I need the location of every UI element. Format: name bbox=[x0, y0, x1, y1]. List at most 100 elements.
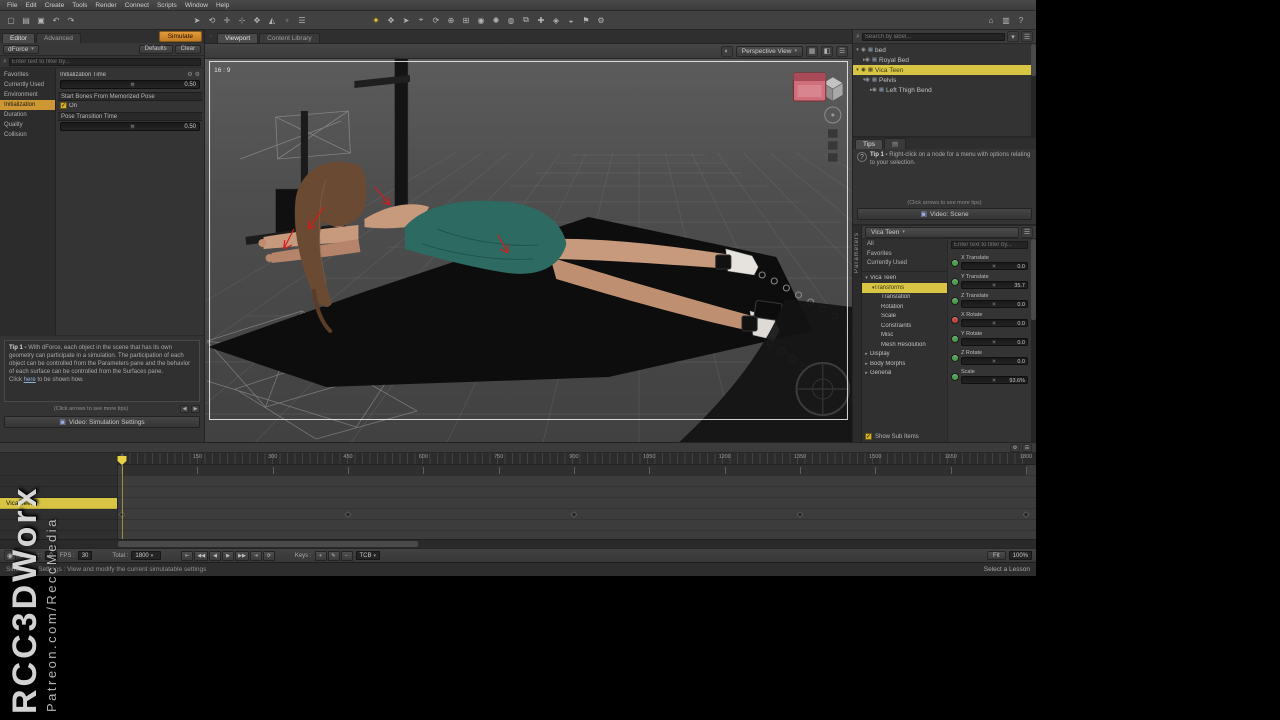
surface-select-icon[interactable]: ◭ bbox=[265, 13, 279, 27]
camera-icon[interactable]: ◉ bbox=[474, 13, 488, 27]
timeline-scroll-track[interactable] bbox=[0, 539, 1036, 548]
dial-icon[interactable] bbox=[951, 373, 959, 381]
tips-tab[interactable]: Tips bbox=[855, 139, 883, 149]
parameter-slider[interactable]: 0.0 bbox=[961, 300, 1028, 308]
dial-icon[interactable] bbox=[951, 335, 959, 343]
flag-icon[interactable]: ⚑ bbox=[579, 13, 593, 27]
split-view-icon[interactable]: ◧ bbox=[821, 46, 833, 57]
node-selector[interactable]: Vica Teen▾ bbox=[865, 227, 1019, 238]
node-select-icon[interactable]: ➤ bbox=[190, 13, 204, 27]
parameter-group-row[interactable]: ▸ Display bbox=[862, 350, 947, 360]
undo-icon[interactable]: ↶ bbox=[49, 13, 63, 27]
pose-transition-slider[interactable]: 0.50 bbox=[60, 122, 200, 131]
settings-group-item[interactable]: Quality bbox=[0, 120, 55, 130]
dforce-simulate-icon[interactable]: ✦ bbox=[369, 13, 383, 27]
timeline-menu-icon[interactable]: ☰ bbox=[1022, 444, 1032, 452]
scene-node-row[interactable]: ▾ ◉ ▦ Vica Teen bbox=[853, 65, 1036, 75]
node-list-icon[interactable]: ☰ bbox=[295, 13, 309, 27]
parameter-group-row[interactable]: Mesh Resolution bbox=[862, 340, 947, 350]
pan-tool-icon[interactable]: ✥ bbox=[384, 13, 398, 27]
scene-scrollbar[interactable] bbox=[1031, 44, 1036, 136]
grid-toggle-icon[interactable]: ⊞ bbox=[459, 13, 473, 27]
parameter-filter-item[interactable]: Currently Used bbox=[862, 259, 947, 269]
settings-group-item[interactable]: Collision bbox=[0, 130, 55, 140]
expand-arrow-icon[interactable]: ▸ bbox=[853, 87, 870, 93]
slider-handle[interactable] bbox=[130, 82, 135, 87]
dial-icon[interactable] bbox=[951, 278, 959, 286]
visibility-eye-icon[interactable]: ◉ bbox=[865, 57, 870, 63]
settings-group-item[interactable]: Initialization bbox=[0, 100, 55, 110]
parameter-slider[interactable]: 0.0 bbox=[961, 338, 1028, 346]
pane-pin-icon[interactable]: ◦ bbox=[207, 34, 215, 40]
timeline-zoom-field[interactable]: 100% bbox=[1009, 551, 1032, 560]
parameter-group-row[interactable]: ▾ Vica Teen bbox=[862, 274, 947, 284]
keyframe-marker[interactable] bbox=[570, 511, 577, 518]
go-to-end-button[interactable]: ⇥ bbox=[250, 551, 262, 561]
settings-group-item[interactable]: Environment bbox=[0, 90, 55, 100]
track-label[interactable] bbox=[0, 509, 117, 520]
slider-handle[interactable] bbox=[992, 283, 996, 287]
current-frame-field[interactable]: 0 bbox=[45, 551, 56, 560]
slider-handle[interactable] bbox=[992, 359, 996, 363]
timeline-options-icon[interactable]: ⚙ bbox=[1010, 444, 1020, 452]
scene-filter-icon[interactable]: ▾ bbox=[1007, 31, 1019, 42]
parameters-vertical-tab[interactable]: Parameters bbox=[853, 226, 862, 442]
fit-button[interactable]: Fit bbox=[987, 551, 1006, 560]
select-lesson-button[interactable]: Select a Lesson bbox=[984, 566, 1030, 573]
scale-tool-icon[interactable]: ⊹ bbox=[235, 13, 249, 27]
menu-item[interactable]: Connect bbox=[121, 2, 153, 9]
track-label[interactable] bbox=[0, 520, 117, 531]
settings-tab[interactable]: Editor bbox=[2, 33, 35, 43]
settings-tab[interactable]: Advanced bbox=[36, 33, 81, 43]
scene-node-row[interactable]: ▾ ◉ ▦ bed bbox=[853, 45, 1036, 55]
redo-icon[interactable]: ↷ bbox=[64, 13, 78, 27]
gear-icon[interactable]: ⚙ bbox=[195, 71, 200, 78]
video-tutorial-button[interactable]: ▣ Video: Simulation Settings bbox=[4, 416, 200, 428]
visibility-eye-icon[interactable]: ◉ bbox=[861, 67, 866, 73]
region-navigator-icon[interactable]: ▫ bbox=[280, 13, 294, 27]
view-selector[interactable]: Perspective View▾ bbox=[736, 46, 803, 57]
frame-view-icon[interactable]: ⌖ bbox=[414, 13, 428, 27]
parameter-group-row[interactable]: ▸ Body Morphs bbox=[862, 359, 947, 369]
settings-group-item[interactable]: Duration bbox=[0, 110, 55, 120]
info-tab[interactable]: ▤ bbox=[884, 138, 906, 149]
settings-group-item[interactable]: Favorites bbox=[0, 70, 55, 80]
parameter-group-row[interactable]: Rotation bbox=[862, 302, 947, 312]
menu-item[interactable]: Window bbox=[181, 2, 212, 9]
track-label[interactable] bbox=[0, 476, 117, 487]
menu-item[interactable]: Help bbox=[212, 2, 233, 9]
dial-icon[interactable] bbox=[951, 354, 959, 362]
total-frames-field[interactable]: 1800▾ bbox=[131, 551, 161, 560]
parameter-slider[interactable]: 0.0 bbox=[961, 357, 1028, 365]
track-label[interactable] bbox=[0, 487, 117, 498]
dial-icon[interactable] bbox=[951, 259, 959, 267]
edit-keyframe-button[interactable]: ✎ bbox=[328, 551, 340, 561]
viewport-tab[interactable]: Viewport bbox=[217, 33, 258, 43]
parameter-group-row[interactable]: ▾ Transforms bbox=[862, 283, 947, 293]
visibility-icon[interactable]: ◒ bbox=[564, 13, 578, 27]
menu-item[interactable]: File bbox=[3, 2, 21, 9]
dial-icon[interactable] bbox=[951, 316, 959, 324]
viewport-tab[interactable]: Content Library bbox=[259, 33, 319, 43]
orbit-view-icon[interactable]: ⟳ bbox=[429, 13, 443, 27]
parameter-filter-item[interactable]: Favorites bbox=[862, 250, 947, 260]
parameter-group-row[interactable]: Translation bbox=[862, 293, 947, 303]
home-icon[interactable]: ⌂ bbox=[984, 13, 998, 27]
visibility-eye-icon[interactable]: ◉ bbox=[865, 77, 870, 83]
parameter-slider-row[interactable]: Z Rotate 0.0 bbox=[951, 348, 1028, 367]
spotlight-icon[interactable]: ✺ bbox=[489, 13, 503, 27]
parameters-menu-icon[interactable]: ☰ bbox=[1021, 227, 1033, 238]
tip-link[interactable]: here bbox=[24, 377, 36, 383]
parameter-slider-row[interactable]: X Translate 0.0 bbox=[951, 253, 1028, 272]
settings-icon[interactable]: ⚙ bbox=[594, 13, 608, 27]
viewport-side-buttons[interactable] bbox=[828, 129, 838, 162]
parameter-slider-row[interactable]: X Rotate 0.0 bbox=[951, 310, 1028, 329]
draw-style-icon[interactable]: ◐ bbox=[721, 46, 733, 57]
floating-color-panel[interactable] bbox=[793, 73, 825, 101]
defaults-button[interactable]: Defaults bbox=[139, 45, 173, 54]
menu-item[interactable]: Create bbox=[41, 2, 69, 9]
parameter-group-row[interactable]: ▸ General bbox=[862, 369, 947, 379]
expand-arrow-icon[interactable]: ▾ bbox=[862, 285, 872, 291]
visibility-eye-icon[interactable]: ◉ bbox=[872, 87, 877, 93]
expand-arrow-icon[interactable]: ▸ bbox=[853, 57, 863, 63]
